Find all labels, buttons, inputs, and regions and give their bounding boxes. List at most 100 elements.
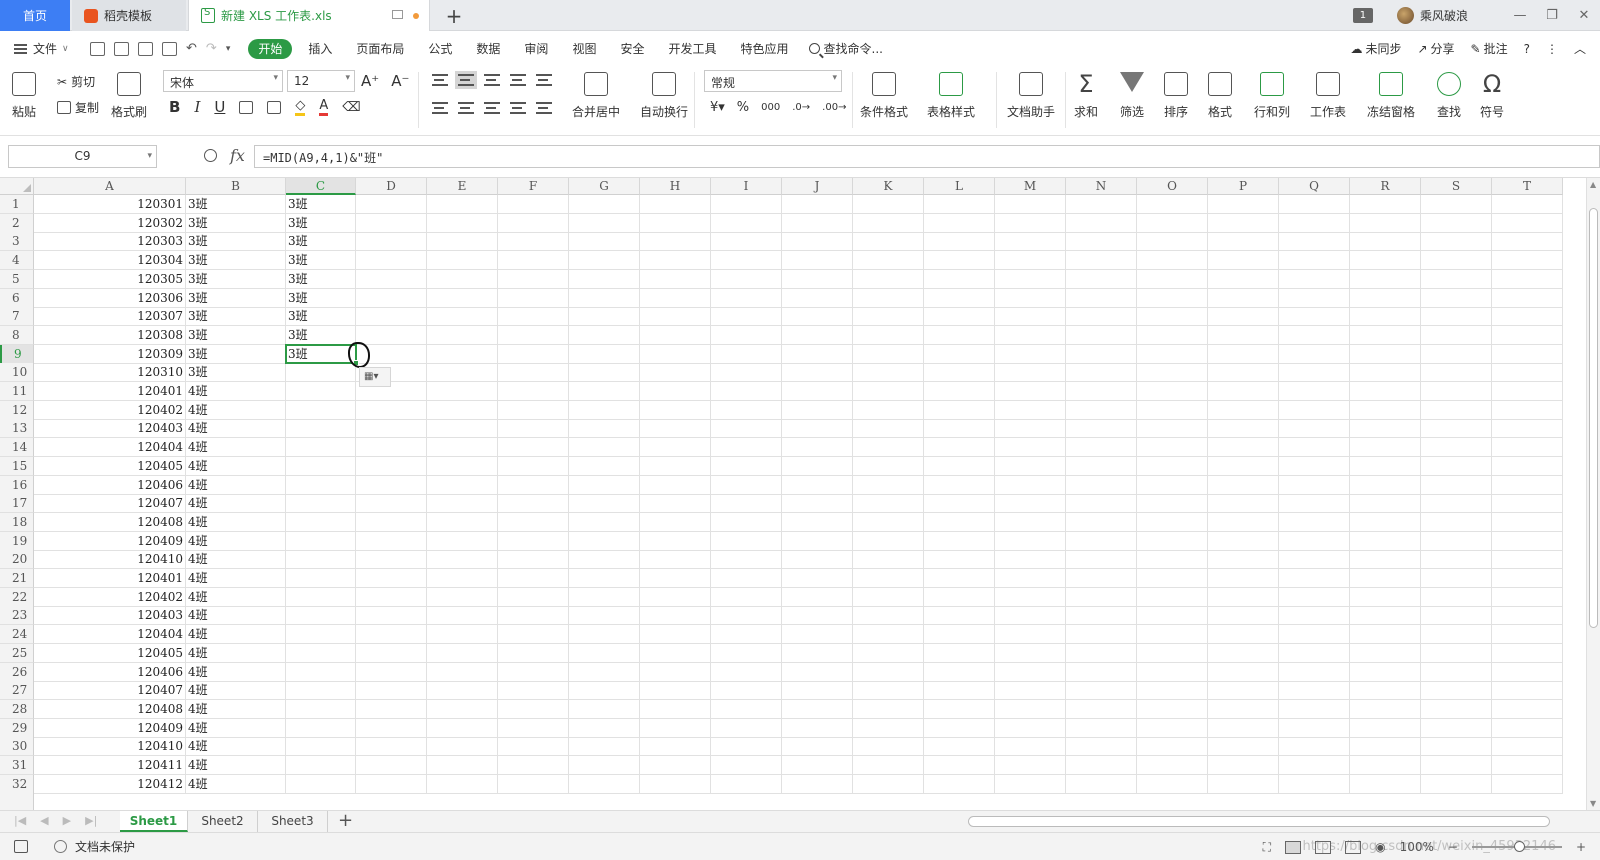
row-header[interactable]: 5 [0, 269, 34, 289]
copy-button[interactable]: 复制 [57, 99, 99, 116]
tab-data[interactable]: 数据 [464, 40, 512, 57]
cell-Q24[interactable] [1279, 625, 1350, 645]
cell-H24[interactable] [640, 625, 711, 645]
cell-F19[interactable] [498, 531, 569, 551]
cell-P18[interactable] [1208, 512, 1279, 532]
cell-A13[interactable]: 120403 [34, 419, 186, 439]
cell-H28[interactable] [640, 699, 711, 719]
cell-T20[interactable] [1492, 550, 1563, 570]
cell-E18[interactable] [427, 512, 498, 532]
cell-A3[interactable]: 120303 [34, 232, 186, 252]
cell-O24[interactable] [1137, 625, 1208, 645]
cell-H17[interactable] [640, 494, 711, 514]
cell-M9[interactable] [995, 344, 1066, 364]
bold-button[interactable]: B [169, 98, 180, 116]
cell-H5[interactable] [640, 269, 711, 289]
row-header[interactable]: 17 [0, 494, 34, 514]
cell-O17[interactable] [1137, 494, 1208, 514]
cell-N7[interactable] [1066, 307, 1137, 327]
cell-F27[interactable] [498, 681, 569, 701]
column-header-T[interactable]: T [1492, 178, 1563, 195]
cell-R32[interactable] [1350, 774, 1421, 794]
cell-G6[interactable] [569, 288, 640, 308]
tab-special[interactable]: 特色应用 [728, 40, 800, 57]
cell-A21[interactable]: 120401 [34, 569, 186, 588]
help-button[interactable]: ? [1524, 42, 1530, 56]
sheet-tab-1[interactable]: Sheet1 [120, 811, 188, 832]
cell-H32[interactable] [640, 774, 711, 794]
cell-C15[interactable] [286, 456, 356, 476]
cell-H25[interactable] [640, 643, 711, 663]
format-painter-button[interactable]: 格式刷 [111, 72, 147, 120]
cell-C27[interactable] [286, 681, 356, 701]
cell-M5[interactable] [995, 269, 1066, 289]
cell-Q6[interactable] [1279, 288, 1350, 308]
cell-H26[interactable] [640, 662, 711, 682]
window-count-badge[interactable]: 1 [1352, 8, 1373, 23]
font-size-select[interactable]: 12 [287, 70, 355, 92]
cell-P10[interactable] [1208, 363, 1279, 383]
cell-B8[interactable]: 3班 [186, 325, 286, 345]
cell-N3[interactable] [1066, 232, 1137, 252]
cell-F20[interactable] [498, 550, 569, 570]
cell-K26[interactable] [853, 662, 924, 682]
cell-G21[interactable] [569, 569, 640, 588]
cell-E5[interactable] [427, 269, 498, 289]
cell-J27[interactable] [782, 681, 853, 701]
cell-B32[interactable]: 4班 [186, 774, 286, 794]
screen-icon[interactable] [392, 10, 403, 19]
cell-O7[interactable] [1137, 307, 1208, 327]
page-layout-view-icon[interactable] [1345, 840, 1362, 854]
zoom-out-icon[interactable]: − [1448, 840, 1458, 854]
cell-F9[interactable] [498, 344, 569, 364]
cell-P11[interactable] [1208, 382, 1279, 401]
cell-M14[interactable] [995, 438, 1066, 458]
cell-L8[interactable] [924, 325, 995, 345]
new-tab-button[interactable]: + [442, 4, 466, 28]
cell-F11[interactable] [498, 382, 569, 401]
cell-M31[interactable] [995, 756, 1066, 775]
cell-R8[interactable] [1350, 325, 1421, 345]
cell-P26[interactable] [1208, 662, 1279, 682]
row-header[interactable]: 9 [0, 344, 34, 364]
cell-N28[interactable] [1066, 699, 1137, 719]
scroll-down-icon[interactable]: ▼ [1590, 799, 1596, 808]
cell-E25[interactable] [427, 643, 498, 663]
cell-B15[interactable]: 4班 [186, 456, 286, 476]
vertical-scrollbar[interactable]: ▲ ▼ [1586, 178, 1600, 810]
cell-B14[interactable]: 4班 [186, 438, 286, 458]
column-header-Q[interactable]: Q [1279, 178, 1350, 195]
cell-O31[interactable] [1137, 756, 1208, 775]
cell-O3[interactable] [1137, 232, 1208, 252]
cell-D19[interactable] [356, 531, 427, 551]
cell-N6[interactable] [1066, 288, 1137, 308]
cell-I4[interactable] [711, 251, 782, 271]
cell-G11[interactable] [569, 382, 640, 401]
cell-D14[interactable] [356, 438, 427, 458]
cell-H29[interactable] [640, 718, 711, 738]
cell-K9[interactable] [853, 344, 924, 364]
cell-O29[interactable] [1137, 718, 1208, 738]
worksheet-button[interactable]: 工作表 [1310, 72, 1346, 120]
cell-K15[interactable] [853, 456, 924, 476]
cell-O6[interactable] [1137, 288, 1208, 308]
cell-B13[interactable]: 4班 [186, 419, 286, 439]
cell-B4[interactable]: 3班 [186, 251, 286, 271]
cell-Q23[interactable] [1279, 606, 1350, 626]
row-header[interactable]: 30 [0, 737, 34, 757]
cell-B28[interactable]: 4班 [186, 699, 286, 719]
cell-L7[interactable] [924, 307, 995, 327]
row-header[interactable]: 4 [0, 251, 34, 271]
cell-D2[interactable] [356, 213, 427, 233]
cell-D13[interactable] [356, 419, 427, 439]
cell-I23[interactable] [711, 606, 782, 626]
number-format-select[interactable]: 常规 [704, 70, 842, 92]
cell-J13[interactable] [782, 419, 853, 439]
cell-G5[interactable] [569, 269, 640, 289]
cell-F7[interactable] [498, 307, 569, 327]
row-header[interactable]: 3 [0, 232, 34, 252]
cell-R16[interactable] [1350, 475, 1421, 495]
cell-P13[interactable] [1208, 419, 1279, 439]
cell-D20[interactable] [356, 550, 427, 570]
cell-L1[interactable] [924, 195, 995, 214]
